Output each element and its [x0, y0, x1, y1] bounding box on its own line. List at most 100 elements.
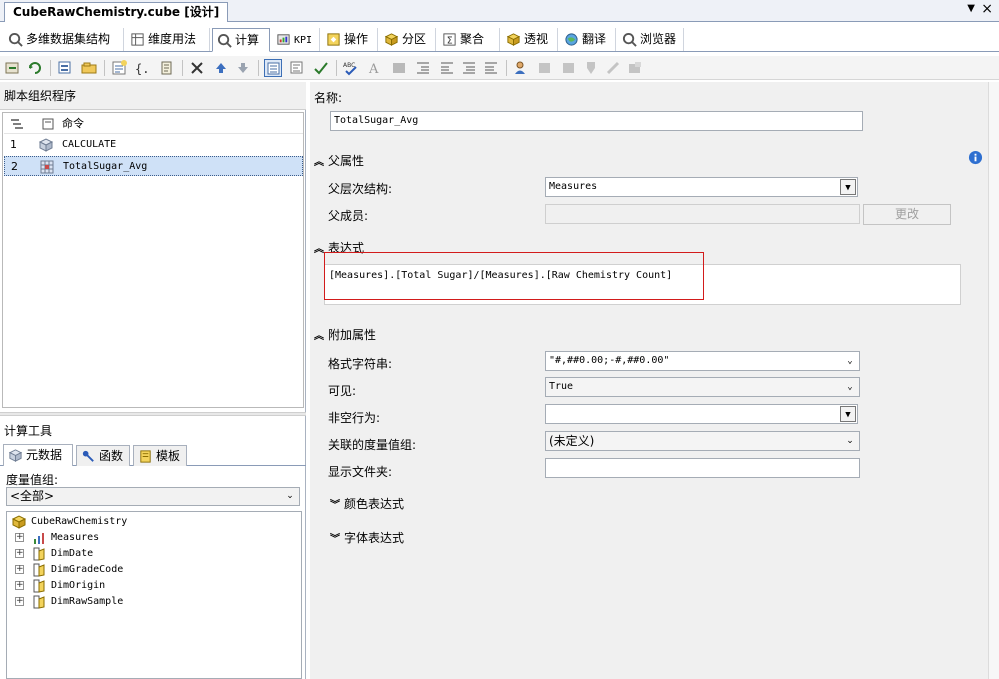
non-empty-behavior-select[interactable]: ▼ [545, 404, 858, 424]
chevron-down-icon[interactable]: ⌄ [842, 353, 858, 369]
tab-label: 翻译 [582, 32, 607, 46]
parent-hierarchy-value: Measures [549, 181, 598, 192]
associated-measure-group-value: (未定义) [549, 434, 595, 448]
collapse-chevron-icon[interactable]: ︽ [314, 240, 324, 255]
parent-member-label: 父成员: [328, 209, 369, 223]
expand-icon[interactable]: + [15, 533, 24, 542]
measure-group-value: <全部> [10, 489, 55, 503]
tab-label: 计算 [235, 33, 260, 47]
vertical-scrollbar[interactable] [988, 82, 999, 679]
window-menu-icon[interactable]: ▼ [967, 3, 975, 14]
color-expressions-header[interactable]: 颜色表达式 [344, 495, 404, 512]
dimension-usage-icon [131, 33, 144, 46]
script-view-icon[interactable] [158, 59, 176, 77]
move-up-icon[interactable] [212, 59, 230, 77]
change-button[interactable]: 更改 [863, 204, 951, 225]
expand-icon[interactable]: + [15, 565, 24, 574]
tab-cube-structure[interactable]: 多维数据集结构 [4, 28, 124, 51]
associated-measure-group-select[interactable]: (未定义) ⌄ [545, 431, 860, 451]
tab-translations[interactable]: 翻译 [560, 28, 616, 51]
tab-partitions[interactable]: 分区 [380, 28, 436, 51]
tab-label: 模板 [156, 449, 181, 463]
dimension-icon [33, 563, 45, 577]
parent-member-input [545, 204, 860, 224]
aggregations-icon: Σ [443, 33, 456, 46]
new-named-set-icon[interactable] [80, 59, 98, 77]
reconnect-icon[interactable] [26, 59, 44, 77]
close-icon[interactable]: × [981, 1, 993, 17]
toolbar-disabled-icon-2 [560, 59, 578, 77]
pane-splitter[interactable] [0, 412, 306, 416]
spell-check-icon[interactable]: ABC [342, 59, 360, 77]
svg-text:A: A [368, 62, 379, 77]
tab-metadata[interactable]: 元数据 [3, 444, 73, 466]
script-row-selected[interactable]: 2 TotalSugar_Avg [4, 156, 303, 176]
non-empty-behavior-label: 非空行为: [328, 411, 381, 425]
outdent-icon [438, 59, 456, 77]
metadata-tree[interactable]: CubeRawChemistry + Measures + DimDate + … [6, 511, 302, 679]
visible-select[interactable]: True ⌄ [545, 377, 860, 397]
braces-icon[interactable]: {..} [134, 59, 164, 77]
cube-script-icon [38, 137, 54, 153]
script-text-view-icon[interactable] [288, 59, 306, 77]
expand-chevron-icon[interactable]: ︾ [330, 530, 340, 545]
format-string-select[interactable]: "#,##0.00;-#,##0.00" ⌄ [545, 351, 860, 371]
measure-group-select[interactable]: <全部> ⌄ [6, 487, 300, 506]
tree-root-label: CubeRawChemistry [31, 516, 128, 527]
toolbar: {..} ABC A [0, 56, 999, 80]
name-input[interactable]: TotalSugar_Avg [330, 111, 863, 131]
delete-icon[interactable] [188, 59, 206, 77]
visible-label: 可见: [328, 384, 357, 398]
calculations-icon [217, 33, 232, 48]
script-row[interactable]: 1 CALCULATE [4, 135, 303, 155]
tab-aggregations[interactable]: Σ 聚合 [438, 28, 500, 51]
user-icon[interactable] [512, 59, 530, 77]
expand-icon[interactable]: + [15, 581, 24, 590]
tab-kpi[interactable]: KPI [272, 28, 320, 51]
font-expressions-header[interactable]: 字体表达式 [344, 529, 404, 546]
tab-actions[interactable]: 操作 [322, 28, 378, 51]
check-syntax-icon[interactable] [312, 59, 330, 77]
collapse-chevron-icon[interactable]: ︽ [314, 327, 324, 342]
display-folder-input[interactable] [545, 458, 860, 478]
expand-icon[interactable]: + [15, 597, 24, 606]
tab-templates[interactable]: 模板 [133, 445, 187, 466]
parent-section-header[interactable]: 父属性 [328, 152, 364, 169]
collapse-chevron-icon[interactable]: ︽ [314, 153, 324, 168]
command-column-icon [40, 116, 56, 132]
form-view-icon[interactable] [264, 59, 282, 77]
dimension-icon [33, 595, 45, 609]
templates-icon [140, 450, 151, 463]
info-icon[interactable] [968, 150, 983, 165]
visible-value: True [549, 381, 574, 392]
parent-hierarchy-select[interactable]: Measures ▼ [545, 177, 858, 197]
new-calculated-member-icon[interactable] [56, 59, 74, 77]
tab-label: 聚合 [460, 32, 485, 46]
chevron-down-icon[interactable]: ▼ [840, 406, 856, 422]
tab-calculations[interactable]: 计算 [212, 28, 270, 52]
new-script-command-icon[interactable] [110, 59, 128, 77]
script-organizer-list[interactable]: 命令 1 CALCULATE 2 TotalSugar_Avg [2, 112, 304, 408]
tab-browser[interactable]: 浏览器 [618, 28, 684, 51]
process-icon[interactable] [4, 59, 22, 77]
chevron-down-icon[interactable]: ⌄ [842, 379, 858, 395]
tab-perspectives[interactable]: 透视 [502, 28, 558, 51]
calculation-tools-title: 计算工具 [4, 424, 53, 438]
move-down-icon[interactable] [234, 59, 252, 77]
cube-icon [11, 515, 27, 529]
expand-chevron-icon[interactable]: ︾ [330, 496, 340, 511]
display-folder-label: 显示文件夹: [328, 465, 393, 479]
name-value: TotalSugar_Avg [334, 115, 419, 126]
chevron-down-icon[interactable]: ⌄ [283, 489, 297, 504]
document-tab-bar: CubeRawChemistry.cube [设计] ▼ × [0, 0, 999, 22]
chevron-down-icon[interactable]: ▼ [840, 179, 856, 195]
toolbar-disabled-icon-1 [536, 59, 554, 77]
expand-icon[interactable]: + [15, 549, 24, 558]
tab-functions[interactable]: 函数 [76, 445, 130, 466]
document-tab[interactable]: CubeRawChemistry.cube [设计] [4, 2, 229, 22]
additional-section-header[interactable]: 附加属性 [328, 326, 376, 343]
tab-label: 分区 [402, 32, 427, 46]
toolbar-disabled-icon-5 [626, 59, 644, 77]
chevron-down-icon[interactable]: ⌄ [842, 433, 858, 449]
tab-dimension-usage[interactable]: 维度用法 [126, 28, 210, 51]
